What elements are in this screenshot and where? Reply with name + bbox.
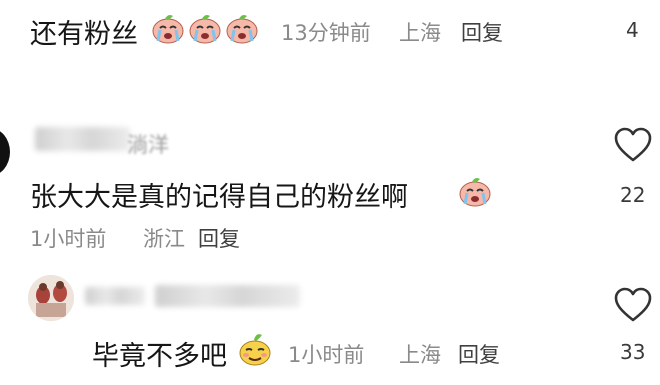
like-count: 22 (620, 183, 646, 207)
reply-time: 1小时前 (288, 343, 365, 367)
username-partial: 淌洋 (127, 133, 169, 157)
comment-text: 还有粉丝 (30, 19, 138, 50)
comment-text: 张大大是真的记得自己的粉丝啊 (30, 182, 408, 213)
like-heart-icon[interactable] (614, 287, 652, 323)
crying-face-emoji-icon (226, 15, 258, 44)
comment-time: 1小时前 (30, 227, 107, 251)
reply-button[interactable]: 回复 (461, 17, 503, 47)
like-count: 4 (626, 18, 639, 42)
comment-item: 还有粉丝 13分钟前 上海 回复 4 (0, 0, 660, 60)
username-blurred (35, 127, 130, 151)
reply-button[interactable]: 回复 (198, 223, 240, 253)
reply-location: 上海 (399, 343, 441, 367)
username-blurred[interactable] (85, 283, 305, 309)
crying-face-emoji-icon (152, 15, 184, 44)
avatar-image (28, 275, 74, 321)
comment-location: 浙江 (143, 227, 185, 251)
reply-text: 毕竟不多吧 (92, 341, 227, 372)
username-blur-2 (155, 285, 300, 307)
crying-face-emoji-icon (459, 178, 491, 207)
comment-location: 上海 (399, 21, 441, 45)
like-heart-icon[interactable] (614, 127, 652, 163)
username[interactable]: 淌洋 (35, 121, 205, 157)
like-count: 33 (620, 340, 646, 364)
crying-face-emoji-icon (189, 15, 221, 44)
reply-button[interactable]: 回复 (458, 339, 500, 369)
crying-face-emoji-group (151, 11, 261, 47)
comment-time: 13分钟前 (281, 21, 371, 45)
smirk-face-emoji-icon (239, 334, 271, 366)
avatar[interactable] (0, 128, 10, 176)
username-blur-1 (85, 287, 145, 305)
avatar[interactable] (28, 275, 74, 321)
